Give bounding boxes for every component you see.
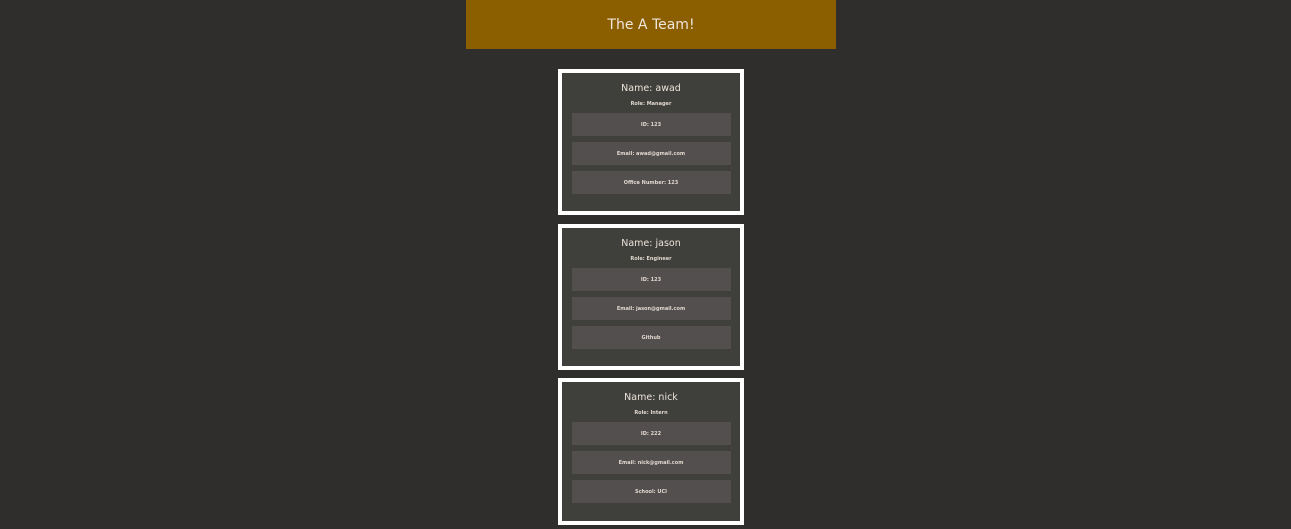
member-office-number: Office Number: 123 — [571, 171, 731, 194]
team-member-card: Name: nick Role: Intern ID: 222 Email: n… — [558, 378, 744, 525]
member-id: ID: 123 — [571, 113, 731, 136]
member-email: Email: nick@gmail.com — [571, 451, 731, 474]
page-header: The A Team! — [466, 0, 836, 49]
member-role: Role: Intern — [634, 410, 668, 416]
member-github: Github — [571, 326, 731, 349]
member-name: Name: nick — [624, 392, 678, 403]
member-id: ID: 123 — [571, 268, 731, 291]
team-member-card: Name: jason Role: Engineer ID: 123 Email… — [558, 224, 744, 370]
member-role: Role: Engineer — [630, 256, 672, 262]
member-school: School: UCI — [571, 480, 731, 503]
member-name: Name: jason — [621, 238, 681, 249]
member-role: Role: Manager — [630, 101, 672, 107]
team-member-card: Name: awad Role: Manager ID: 123 Email: … — [558, 69, 744, 215]
member-email: Email: awad@gmail.com — [571, 142, 731, 165]
member-name: Name: awad — [621, 83, 681, 94]
member-email: Email: jason@gmail.com — [571, 297, 731, 320]
member-id: ID: 222 — [571, 422, 731, 445]
page-title: The A Team! — [607, 16, 695, 33]
